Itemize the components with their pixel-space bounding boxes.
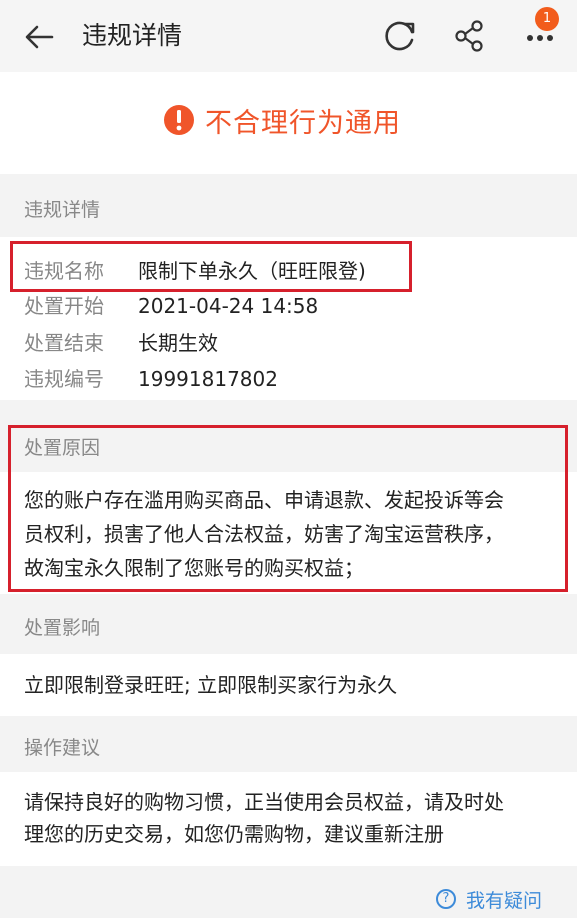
reason-line: 员权利，损害了他人合法权益，妨害了淘宝运营秩序， [24,522,504,546]
detail-value: 限制下单永久（旺旺限登) [138,259,366,283]
details-panel: 违规名称 限制下单永久（旺旺限登) 处置开始 2021-04-24 14:58 … [0,237,577,400]
detail-key: 处置结束 [24,331,104,355]
reason-line: 故淘宝永久限制了您账号的购买权益； [24,556,364,580]
detail-value: 19991817802 [138,367,278,391]
suggestion-section-label: 操作建议 [24,737,101,759]
refresh-icon[interactable] [382,18,418,54]
share-icon[interactable] [452,18,488,54]
top-bar: 违规详情 1 [0,0,577,72]
details-section-label: 违规详情 [24,199,101,221]
reason-section-label: 处置原因 [24,437,101,459]
detail-key: 处置开始 [24,294,104,318]
detail-key: 违规编号 [24,367,104,391]
warning-icon [164,105,194,135]
reason-panel: 您的账户存在滥用购买商品、申请退款、发起投诉等会 员权利，损害了他人合法权益，妨… [0,472,577,594]
impact-section-label: 处置影响 [24,617,101,639]
page-title: 违规详情 [82,21,183,50]
detail-key: 违规名称 [24,259,104,283]
question-icon: ? [436,889,456,909]
help-link[interactable]: ? 我有疑问 [436,884,542,914]
impact-text: 立即限制登录旺旺; 立即限制买家行为永久 [24,673,398,697]
banner-text: 不合理行为通用 [205,107,401,139]
detail-value: 2021-04-24 14:58 [138,294,319,318]
detail-value: 长期生效 [138,331,218,355]
impact-panel: 立即限制登录旺旺; 立即限制买家行为永久 [0,654,577,716]
banner-content: 不合理行为通用 [163,100,401,140]
reason-line: 您的账户存在滥用购买商品、申请退款、发起投诉等会 [24,488,504,512]
status-banner: 不合理行为通用 [0,72,577,174]
suggestion-line: 理您的历史交易，如您仍需购物，建议重新注册 [24,822,444,846]
help-label: 我有疑问 [466,889,543,912]
back-arrow-icon[interactable] [22,20,56,54]
suggestion-line: 请保持良好的购物习惯，正当使用会员权益，请及时处 [24,790,504,814]
notification-badge: 1 [535,7,559,31]
suggestion-panel: 请保持良好的购物习惯，正当使用会员权益，请及时处 理您的历史交易，如您仍需购物，… [0,772,577,866]
